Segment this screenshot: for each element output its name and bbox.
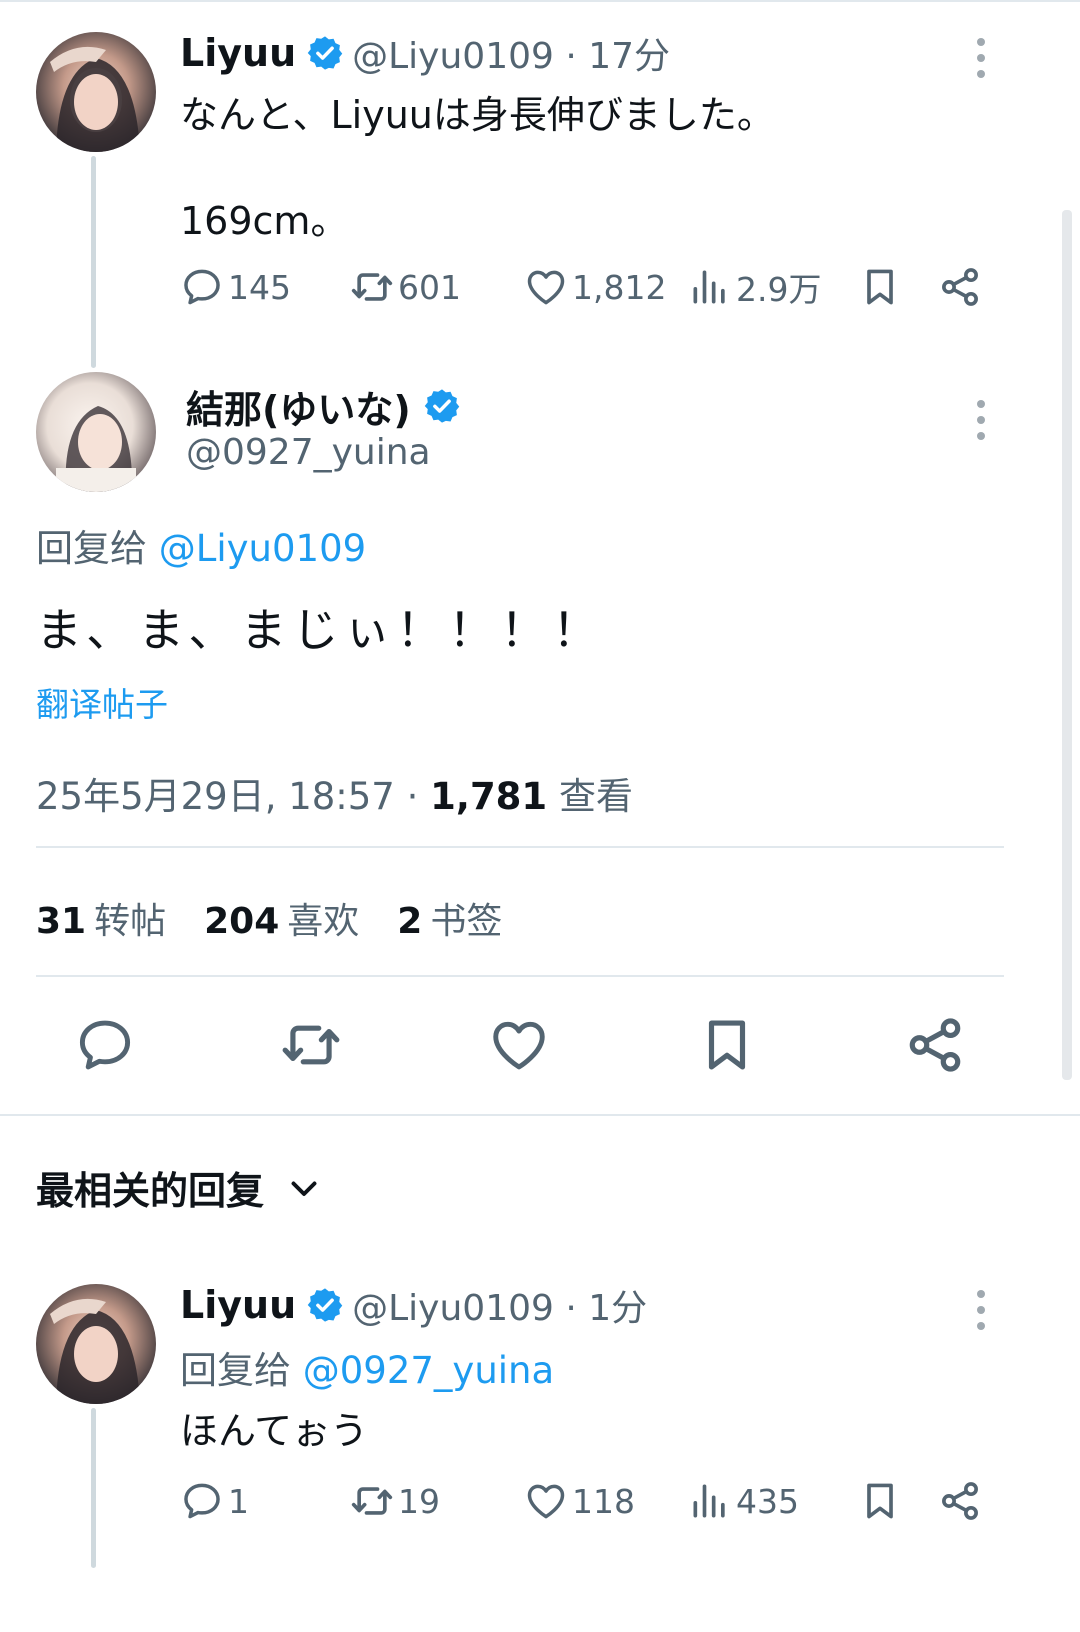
views-number: 1,781: [430, 775, 548, 818]
reply-to-handle[interactable]: @0927_yuina: [303, 1349, 554, 1392]
divider: [36, 846, 1004, 848]
post-text-line2: 169cm。: [180, 199, 349, 243]
bookmark-icon: [858, 1479, 902, 1523]
bookmark-button[interactable]: [858, 262, 906, 312]
retweet-count: 19: [398, 1481, 440, 1521]
share-icon: [938, 1479, 982, 1523]
reply-to-label: 回复给: [36, 527, 147, 570]
author-handle[interactable]: @0927_yuina: [186, 432, 431, 473]
reply-button[interactable]: [74, 1014, 136, 1080]
divider: [36, 975, 1004, 977]
likes-stat[interactable]: 204 喜欢: [204, 892, 359, 944]
like-button[interactable]: 118: [524, 1476, 635, 1526]
avatar[interactable]: [36, 32, 156, 152]
thread-line: [91, 1408, 96, 1568]
reply-count: 145: [228, 267, 291, 307]
bookmark-button[interactable]: [696, 1014, 758, 1080]
thread-line: [91, 156, 96, 368]
author-name[interactable]: 結那(ゆいな): [186, 379, 411, 434]
like-icon: [488, 1014, 550, 1076]
reply-count: 1: [228, 1481, 249, 1521]
scrollbar[interactable]: [1062, 210, 1072, 1080]
reply-button[interactable]: 1: [180, 1476, 249, 1526]
post-header: 結那(ゆいな): [186, 380, 461, 432]
reply-to-label: 回复给: [180, 1349, 291, 1392]
likes-label: 喜欢: [287, 901, 360, 942]
retweet-icon: [350, 265, 394, 309]
chevron-down-icon: [291, 1181, 317, 1196]
post-timestamp[interactable]: 25年5月29日, 18:57 ·: [36, 775, 430, 818]
share-button[interactable]: [904, 1014, 966, 1080]
more-icon[interactable]: [974, 38, 988, 84]
like-button[interactable]: 1,812: [524, 262, 666, 312]
author-handle-time[interactable]: @Liyu0109 · 17分: [352, 27, 670, 79]
view-count: 2.9万: [736, 270, 822, 309]
post-text-line1: なんと、Liyuuは身長伸びました。: [180, 93, 775, 137]
like-icon: [524, 265, 568, 309]
verified-badge-icon: [306, 34, 344, 72]
author-name[interactable]: Liyuu: [180, 31, 296, 75]
retweet-button[interactable]: 601: [350, 262, 461, 312]
avatar-image-icon: [36, 32, 156, 152]
reply-icon: [74, 1014, 136, 1076]
views-button[interactable]: 435: [688, 1476, 799, 1526]
like-icon: [524, 1479, 568, 1523]
retweets-label: 转帖: [94, 901, 167, 942]
post-text: ほんてぉう: [180, 1409, 369, 1453]
avatar-image-icon: [36, 1284, 156, 1404]
reply-button[interactable]: 145: [180, 262, 291, 312]
top-divider: [0, 0, 1080, 2]
author-handle-time[interactable]: @Liyu0109 · 1分: [352, 1279, 647, 1331]
retweet-count: 601: [398, 267, 461, 307]
verified-badge-icon: [306, 1286, 344, 1324]
more-icon[interactable]: [974, 1290, 988, 1336]
retweet-icon: [350, 1479, 394, 1523]
share-button[interactable]: [938, 1476, 986, 1526]
post-text: ま、ま、まじぃ！！！！: [36, 603, 605, 657]
like-count: 118: [572, 1481, 635, 1521]
bookmarks-number: 2: [397, 901, 423, 942]
views-icon: [688, 265, 732, 309]
reply-icon: [180, 265, 224, 309]
verified-badge-icon: [423, 387, 461, 425]
reply-to-line: 回复给 @0927_yuina: [180, 1340, 554, 1394]
retweet-button[interactable]: 19: [350, 1476, 440, 1526]
post-header: Liyuu @Liyu0109 · 1分: [180, 1280, 647, 1330]
avatar-image-icon: [36, 372, 156, 492]
likes-number: 204: [204, 901, 280, 942]
avatar[interactable]: [36, 372, 156, 492]
like-button[interactable]: [488, 1014, 550, 1080]
bookmarks-stat[interactable]: 2 书签: [397, 892, 502, 944]
bookmark-icon: [696, 1014, 758, 1076]
share-button[interactable]: [938, 262, 986, 312]
share-icon: [938, 265, 982, 309]
views-button[interactable]: 2.9万: [688, 262, 821, 312]
post-header: Liyuu @Liyu0109 · 17分: [180, 28, 670, 78]
reply-to-line: 回复给 @Liyu0109: [36, 518, 366, 572]
engagement-stats: 31 转帖 204 喜欢 2 书签: [36, 892, 502, 944]
avatar[interactable]: [36, 1284, 156, 1404]
share-icon: [904, 1014, 966, 1076]
views-label: 查看: [547, 775, 633, 818]
replies-sort-dropdown[interactable]: 最相关的回复: [36, 1160, 322, 1215]
retweets-stat[interactable]: 31 转帖: [36, 892, 166, 944]
view-count: 435: [736, 1481, 799, 1521]
replies-sort-label: 最相关的回复: [36, 1169, 265, 1213]
bookmark-icon: [858, 265, 902, 309]
more-icon[interactable]: [974, 400, 988, 446]
post-timestamp-row: 25年5月29日, 18:57 · 1,781 查看: [36, 766, 633, 820]
reply-icon: [180, 1479, 224, 1523]
retweet-button[interactable]: [280, 1014, 342, 1080]
reply-to-handle[interactable]: @Liyu0109: [159, 527, 366, 570]
views-icon: [688, 1479, 732, 1523]
retweet-icon: [280, 1014, 342, 1076]
section-divider: [0, 1114, 1080, 1116]
author-name[interactable]: Liyuu: [180, 1283, 296, 1327]
retweets-number: 31: [36, 901, 87, 942]
translate-post-link[interactable]: 翻译帖子: [36, 678, 168, 726]
bookmarks-label: 书签: [430, 901, 503, 942]
bookmark-button[interactable]: [858, 1476, 906, 1526]
like-count: 1,812: [572, 267, 667, 307]
